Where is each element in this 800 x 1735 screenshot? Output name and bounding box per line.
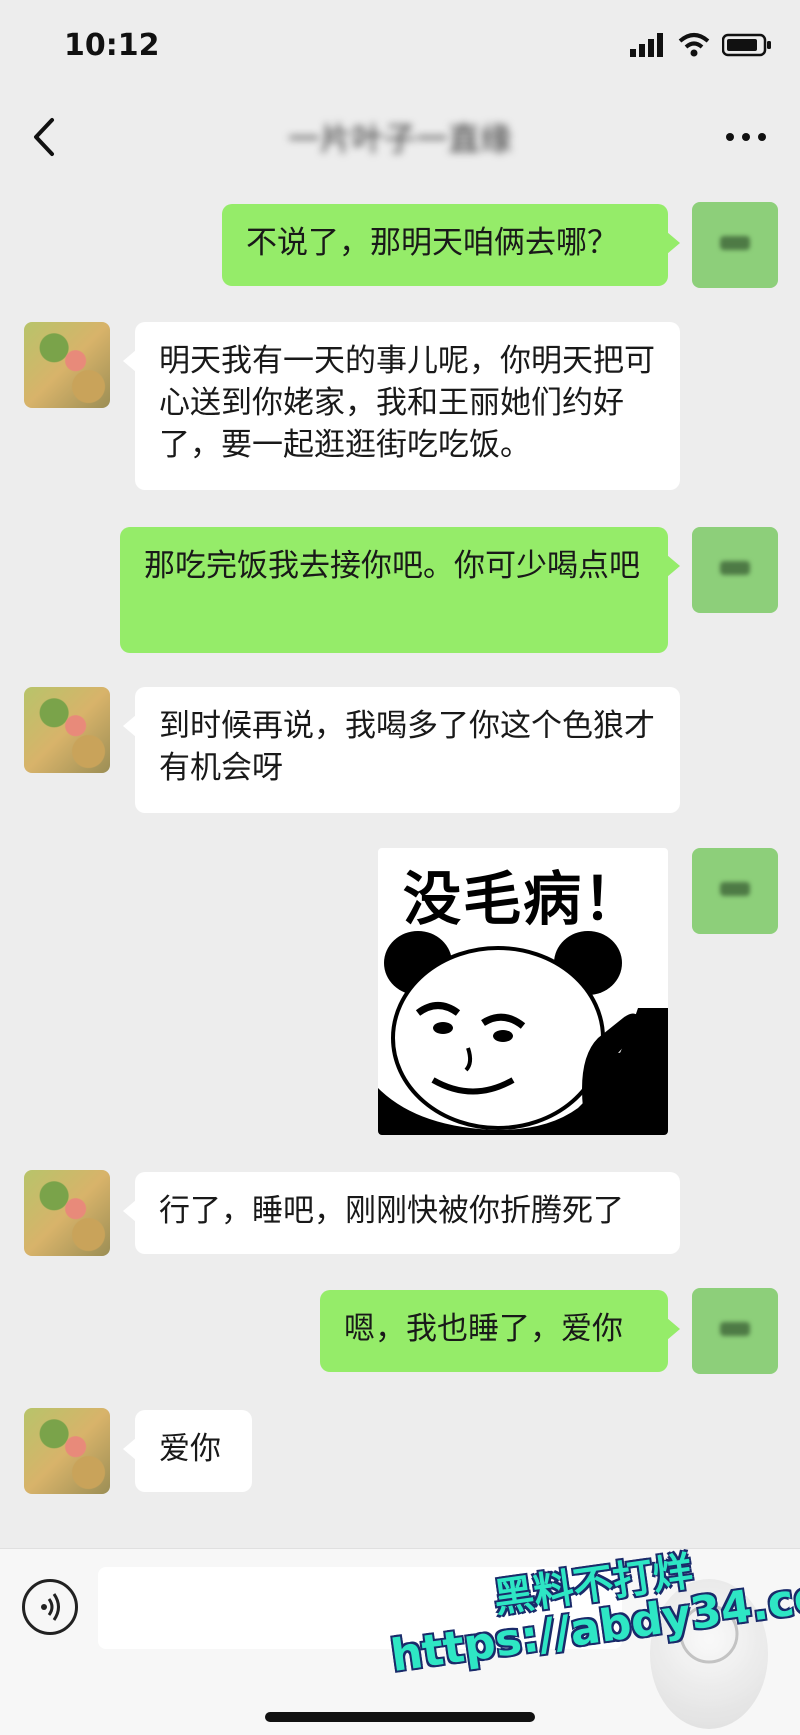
chevron-left-icon [34, 118, 54, 156]
message-bubble[interactable]: 明天我有一天的事儿呢，你明天把可心送到你姥家，我和王丽她们约好了，要一起逛逛街吃… [123, 322, 680, 490]
avatar[interactable] [692, 848, 778, 934]
more-button[interactable] [720, 122, 772, 152]
panda-meme-icon [378, 931, 668, 1135]
avatar[interactable] [692, 527, 778, 613]
message-bubble[interactable]: 到时候再说，我喝多了你这个色狼才有机会呀 [123, 687, 680, 813]
message-row: 不说了，那明天咱俩去哪？ [0, 200, 800, 290]
message-bubble[interactable]: 不说了，那明天咱俩去哪？ [222, 204, 680, 286]
wifi-icon [678, 33, 710, 57]
avatar[interactable] [24, 1408, 110, 1494]
message-row: 那吃完饭我去接你吧。你可少喝点吧 [0, 525, 800, 655]
more-dots-icon [726, 133, 766, 141]
message-text: 爱你 [159, 1431, 221, 1467]
sticker-message[interactable]: 没毛病！ [378, 848, 668, 1135]
message-text: 那吃完饭我去接你吧。你可少喝点吧 [144, 548, 640, 584]
message-text: 嗯，我也睡了，爱你 [344, 1311, 623, 1347]
home-indicator[interactable] [265, 1712, 535, 1722]
message-row: 明天我有一天的事儿呢，你明天把可心送到你姥家，我和王丽她们约好了，要一起逛逛街吃… [0, 320, 800, 490]
message-bubble[interactable]: 行了，睡吧，刚刚快被你折腾死了 [123, 1172, 680, 1254]
message-bubble[interactable]: 那吃完饭我去接你吧。你可少喝点吧 [120, 527, 680, 653]
message-bubble[interactable]: 爱你 [123, 1410, 252, 1492]
chat-header: 一片叶子一直缘 [0, 100, 800, 176]
battery-icon [722, 33, 771, 57]
message-text: 不说了，那明天咱俩去哪？ [246, 225, 618, 261]
chat-title: 一片叶子一直缘 [287, 120, 512, 158]
avatar[interactable] [692, 202, 778, 288]
status-icons [630, 32, 772, 58]
status-time: 10:12 [64, 28, 160, 63]
voice-icon [41, 1593, 60, 1621]
message-text: 行了，睡吧，刚刚快被你折腾死了 [159, 1193, 624, 1229]
status-bar: 10:12 [0, 0, 800, 100]
message-row: 爱你 [0, 1406, 800, 1496]
message-bubble[interactable]: 嗯，我也睡了，爱你 [320, 1290, 680, 1372]
message-row: 到时候再说，我喝多了你这个色狼才有机会呀 [0, 685, 800, 815]
voice-button[interactable] [22, 1579, 78, 1635]
signal-icon [630, 33, 663, 57]
avatar[interactable] [24, 687, 110, 773]
message-row: 嗯，我也睡了，爱你 [0, 1286, 800, 1376]
avatar[interactable] [692, 1288, 778, 1374]
message-text: 明天我有一天的事儿呢，你明天把可心送到你姥家，我和王丽她们约好了，要一起逛逛街吃… [159, 343, 655, 463]
avatar[interactable] [24, 1170, 110, 1256]
back-button[interactable] [26, 112, 66, 162]
message-text: 到时候再说，我喝多了你这个色狼才有机会呀 [159, 708, 655, 786]
message-row: 行了，睡吧，刚刚快被你折腾死了 [0, 1168, 800, 1258]
avatar[interactable] [24, 322, 110, 408]
